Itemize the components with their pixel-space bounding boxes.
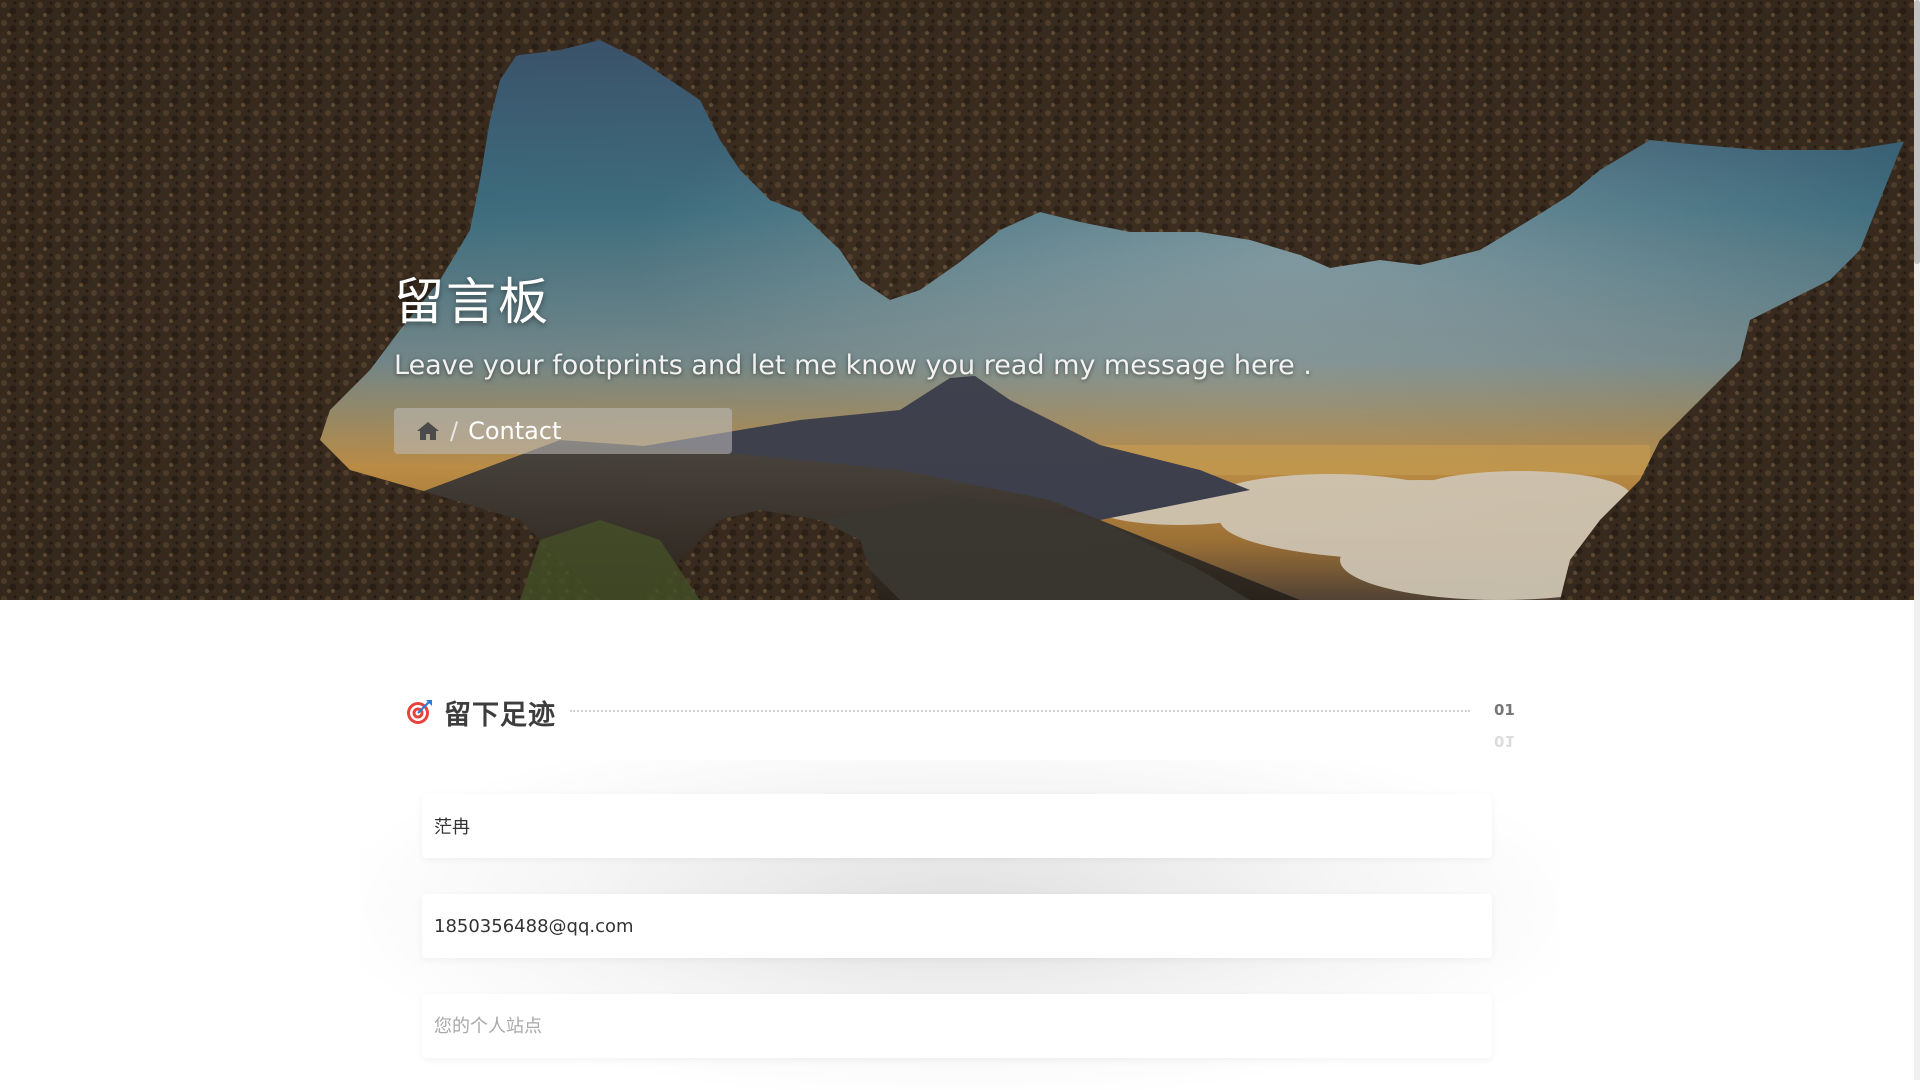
section-title-reflection-text: 留下足迹 — [444, 720, 556, 726]
email-field[interactable] — [422, 894, 1492, 958]
hero-background-image — [0, 0, 1914, 600]
hero-banner: 留言板 Leave your footprints and let me kno… — [0, 0, 1914, 600]
breadcrumb-current: Contact — [468, 417, 562, 445]
section-number-reflection: 01 — [1494, 732, 1515, 750]
section-title-reflection: 留下足迹 — [402, 696, 562, 726]
page-subtitle: Leave your footprints and let me know yo… — [394, 350, 1312, 381]
scrollbar-thumb[interactable] — [1914, 0, 1920, 264]
section-header: 留下足迹 留下足迹 01 01 — [402, 690, 1515, 750]
website-field[interactable] — [422, 994, 1492, 1058]
section-number: 01 — [1494, 701, 1515, 719]
breadcrumb: / Contact — [394, 408, 732, 454]
page-title: 留言板 — [394, 273, 550, 331]
section-divider — [570, 710, 1470, 712]
name-field[interactable] — [422, 794, 1492, 858]
breadcrumb-separator: / — [450, 417, 459, 445]
home-icon[interactable] — [416, 421, 440, 441]
